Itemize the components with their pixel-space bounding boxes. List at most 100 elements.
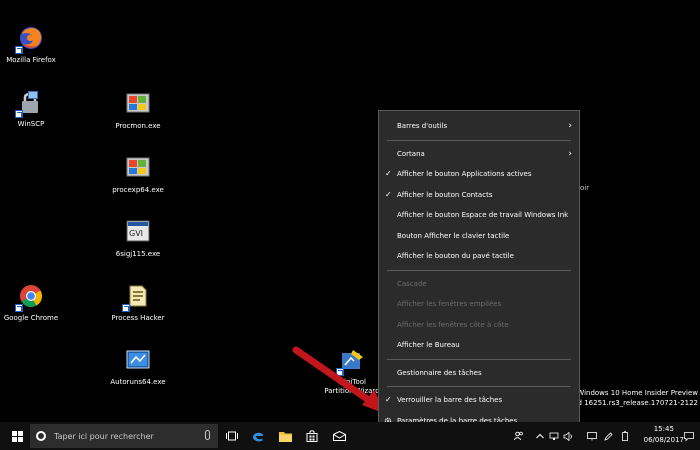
people-icon bbox=[514, 431, 523, 441]
store-taskbar-button[interactable] bbox=[302, 422, 322, 450]
shortcut-arrow-icon bbox=[15, 304, 23, 312]
desktop-icon-sigcheck[interactable]: GVI 6sigj115.exe bbox=[102, 218, 174, 259]
menu-item-label: Gestionnaire des tâches bbox=[397, 368, 482, 377]
edge-taskbar-button[interactable] bbox=[248, 422, 268, 450]
menu-item-show-desktop[interactable]: Afficher le Bureau bbox=[379, 335, 579, 356]
cortana-icon bbox=[36, 431, 46, 441]
microphone-icon[interactable] bbox=[205, 430, 210, 440]
desktop-icon-label: procexp64.exe bbox=[112, 186, 164, 194]
desktop-icon-chrome[interactable]: Google Chrome bbox=[0, 282, 67, 323]
shortcut-arrow-icon bbox=[336, 368, 344, 376]
clock-date: 06/08/2017 bbox=[643, 436, 684, 444]
show-hidden-icons-button[interactable] bbox=[534, 422, 546, 450]
shortcut-arrow-icon bbox=[15, 110, 23, 118]
menu-item-label: Cortana bbox=[397, 149, 425, 158]
procmon-icon bbox=[124, 90, 152, 118]
checkmark-icon: ✓ bbox=[385, 395, 392, 404]
start-button[interactable] bbox=[6, 422, 28, 450]
procexp-icon bbox=[124, 154, 152, 182]
desktop-icon-label: Autoruns64.exe bbox=[110, 378, 166, 386]
taskbar-context-menu: Barres d'outils › Cortana › ✓ Afficher l… bbox=[378, 110, 580, 432]
desktop-icon-autoruns[interactable]: Autoruns64.exe bbox=[102, 346, 174, 387]
menu-item-label: Verrouiller la barre des tâches bbox=[397, 396, 503, 404]
desktop-icon-label: Procmon.exe bbox=[115, 122, 161, 130]
taskbar[interactable]: Taper ici pour rechercher 15:45 06/08/20… bbox=[0, 422, 700, 450]
windows-ink-tray-button[interactable] bbox=[602, 422, 614, 450]
menu-item-cortana[interactable]: Cortana › bbox=[379, 144, 579, 165]
file-explorer-taskbar-button[interactable] bbox=[275, 422, 295, 450]
menu-item-label: Afficher le Bureau bbox=[397, 341, 460, 349]
menu-item-cascade: Cascade bbox=[379, 274, 579, 295]
task-view-button[interactable] bbox=[222, 422, 242, 450]
sigcheck-icon: GVI bbox=[124, 218, 152, 246]
notification-icon bbox=[684, 431, 694, 441]
mail-icon bbox=[332, 431, 346, 441]
menu-item-label: Afficher le bouton du pavé tactile bbox=[397, 252, 514, 260]
people-tray-button[interactable] bbox=[512, 422, 526, 450]
checkmark-icon: ✓ bbox=[385, 189, 392, 199]
shortcut-arrow-icon bbox=[15, 46, 23, 54]
desktop-icon-procmon[interactable]: Procmon.exe bbox=[102, 90, 174, 131]
desktop-icon-label: 6sigj115.exe bbox=[115, 250, 161, 258]
chevron-right-icon: › bbox=[568, 148, 572, 159]
shortcut-arrow-icon bbox=[122, 304, 130, 312]
folder-icon bbox=[278, 431, 292, 442]
mail-taskbar-button[interactable] bbox=[329, 422, 349, 450]
desktop-icon-label: MiniTool Partition Wizard bbox=[324, 378, 379, 396]
minitool-label-line1: MiniTool bbox=[338, 378, 366, 386]
ink-pen-icon bbox=[603, 431, 613, 441]
menu-item-show-ink[interactable]: Afficher le bouton Espace de travail Win… bbox=[379, 205, 579, 226]
desktop-icon-label: WinSCP bbox=[17, 120, 45, 128]
clock-time: 15:45 bbox=[653, 425, 674, 433]
desktop-icon-winscp[interactable]: WinSCP bbox=[0, 88, 67, 129]
menu-item-label: Afficher les fenêtres empilées bbox=[397, 300, 502, 308]
autoruns-icon bbox=[124, 346, 152, 374]
volume-tray-button[interactable] bbox=[562, 422, 574, 450]
menu-item-label: Afficher le bouton Espace de travail Win… bbox=[397, 211, 569, 219]
task-view-icon bbox=[226, 431, 238, 441]
battery-tray-button[interactable] bbox=[620, 422, 630, 450]
menu-item-show-keyboard[interactable]: Bouton Afficher le clavier tactile bbox=[379, 226, 579, 247]
action-center-button[interactable] bbox=[682, 422, 696, 450]
menu-item-task-manager[interactable]: Gestionnaire des tâches bbox=[379, 363, 579, 384]
desktop-icon-label: Process Hacker bbox=[111, 314, 165, 322]
menu-item-toolbars[interactable]: Barres d'outils › bbox=[379, 116, 579, 137]
monitor-icon bbox=[587, 431, 597, 440]
desktop-icon-procexp[interactable]: procexp64.exe bbox=[102, 154, 174, 195]
desktop-icon-process-hacker[interactable]: Process Hacker bbox=[102, 282, 174, 323]
search-placeholder: Taper ici pour rechercher bbox=[54, 431, 154, 441]
network-icon bbox=[549, 432, 559, 440]
speaker-icon bbox=[563, 431, 572, 441]
menu-item-lock-taskbar[interactable]: ✓ Verrouiller la barre des tâches bbox=[379, 390, 579, 411]
hidden-text-fragment: oir bbox=[580, 184, 590, 192]
checkmark-icon: ✓ bbox=[385, 169, 392, 178]
desktop-icon-firefox[interactable]: Mozilla Firefox bbox=[0, 24, 67, 65]
menu-separator bbox=[387, 386, 571, 387]
chevron-up-icon bbox=[536, 433, 544, 439]
menu-item-side-by-side: Afficher les fenêtres côte à côte bbox=[379, 315, 579, 336]
menu-separator bbox=[387, 358, 571, 360]
menu-separator bbox=[387, 269, 571, 271]
menu-separator bbox=[387, 139, 571, 141]
taskbar-clock[interactable]: 15:45 06/08/2017 bbox=[644, 424, 684, 446]
menu-item-label: Afficher le bouton Contacts bbox=[397, 190, 493, 199]
minitool-icon bbox=[336, 346, 366, 376]
store-bag-icon bbox=[306, 430, 318, 442]
firefox-icon bbox=[15, 24, 45, 54]
edge-icon bbox=[253, 432, 263, 442]
menu-item-show-contacts[interactable]: ✓ Afficher le bouton Contacts bbox=[379, 185, 579, 206]
desktop-icon-label: Google Chrome bbox=[3, 314, 59, 322]
windows-logo-icon bbox=[11, 430, 23, 442]
chrome-icon bbox=[15, 282, 45, 312]
desktop: Mozilla Firefox WinSCP Procmon.exe proce… bbox=[0, 0, 700, 450]
menu-item-stacked: Afficher les fenêtres empilées bbox=[379, 294, 579, 315]
menu-item-label: Afficher le bouton Applications actives bbox=[397, 170, 532, 178]
svg-text:GVI: GVI bbox=[129, 229, 143, 238]
minitool-label-line2: Partition Wizard bbox=[324, 387, 380, 395]
menu-item-show-task-view[interactable]: ✓ Afficher le bouton Applications active… bbox=[379, 164, 579, 185]
menu-item-show-touchpad[interactable]: Afficher le bouton du pavé tactile bbox=[379, 246, 579, 267]
network-tray-button[interactable] bbox=[548, 422, 560, 450]
screen-tray-button[interactable] bbox=[586, 422, 598, 450]
winscp-icon bbox=[15, 88, 45, 118]
search-box[interactable]: Taper ici pour rechercher bbox=[30, 424, 218, 448]
